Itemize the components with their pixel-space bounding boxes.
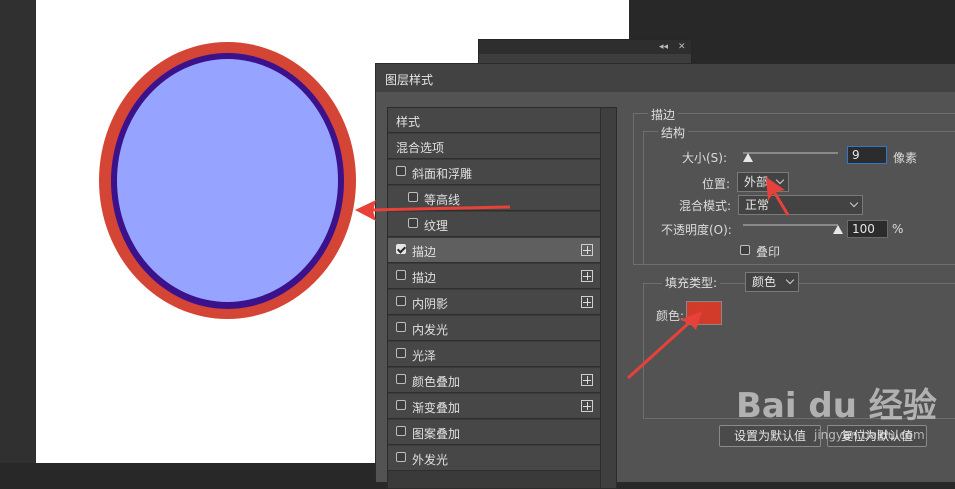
size-slider[interactable] — [743, 152, 838, 154]
style-checkbox[interactable] — [396, 322, 406, 332]
dialog-titlebar: 图层样式 — [376, 64, 955, 92]
style-list: 样式 混合选项 斜面和浮雕 等高线 纹理 描边 描边 内阴影 内发光 光泽 颜色叠加 渐变叠加 图案叠加… — [387, 107, 617, 489]
opacity-input[interactable]: 100 — [847, 220, 888, 238]
style-list-item[interactable]: 光泽 — [388, 342, 600, 367]
add-effect-icon[interactable] — [581, 270, 593, 282]
style-list-item-label: 混合选项 — [396, 141, 445, 155]
style-checkbox[interactable] — [396, 400, 406, 410]
style-list-item-label: 内发光 — [412, 323, 449, 337]
fill-type-label: 填充类型: — [662, 274, 721, 291]
chevron-down-icon — [775, 175, 785, 185]
fill-type-select-value: 颜色 — [752, 275, 777, 289]
circle-shape-inner-stroke — [111, 53, 344, 309]
style-list-item[interactable]: 颜色叠加 — [388, 368, 600, 393]
style-list-item[interactable]: 等高线 — [388, 186, 600, 211]
fill-type-select[interactable]: 颜色 — [745, 272, 799, 292]
style-list-item-label: 颜色叠加 — [412, 375, 461, 389]
color-label: 颜色: — [656, 309, 685, 323]
opacity-slider[interactable] — [743, 224, 838, 226]
style-checkbox[interactable] — [396, 296, 406, 306]
style-list-scrollbar[interactable] — [600, 108, 616, 488]
add-effect-icon[interactable] — [581, 374, 593, 386]
style-checkbox[interactable] — [396, 374, 406, 384]
style-checkbox[interactable] — [396, 452, 406, 462]
style-list-item-label: 外发光 — [412, 453, 449, 467]
blend-mode-label: 混合模式: — [679, 199, 732, 213]
collapse-icon[interactable]: ◂◂ — [659, 40, 668, 54]
close-icon[interactable]: ✕ — [678, 40, 686, 54]
chevron-down-icon — [849, 198, 859, 208]
circle-shape-outer-stroke — [99, 42, 356, 319]
style-list-item[interactable]: 描边 — [388, 264, 600, 289]
style-checkbox[interactable] — [396, 270, 406, 280]
opacity-label: 不透明度(O): — [661, 223, 732, 237]
style-list-item-label: 等高线 — [424, 193, 461, 207]
style-list-item[interactable]: 描边 — [388, 238, 600, 263]
style-list-item[interactable]: 样式 — [388, 108, 600, 133]
style-list-item[interactable]: 斜面和浮雕 — [388, 160, 600, 185]
circle-shape-fill — [117, 59, 338, 302]
left-dark-strip — [0, 0, 36, 463]
style-checkbox[interactable] — [396, 244, 406, 254]
style-list-item-label: 描边 — [412, 271, 437, 285]
style-list-item-label: 内阴影 — [412, 297, 449, 311]
chevron-down-icon — [785, 275, 795, 285]
position-select-value: 外部 — [744, 175, 769, 189]
style-list-item-label: 样式 — [396, 115, 421, 129]
style-list-item-label: 纹理 — [424, 219, 449, 233]
style-checkbox[interactable] — [396, 166, 406, 176]
style-checkbox[interactable] — [408, 218, 418, 228]
add-effect-icon[interactable] — [581, 296, 593, 308]
stroke-color-swatch[interactable] — [686, 301, 722, 325]
baidu-watermark: Bai du 经验 jingyan.baidu.com — [736, 384, 955, 448]
watermark-logo: Bai du 经验 — [736, 386, 937, 426]
style-list-item[interactable]: 渐变叠加 — [388, 394, 600, 419]
position-label: 位置: — [702, 177, 731, 191]
size-unit: 像素 — [893, 151, 918, 165]
add-effect-icon[interactable] — [581, 244, 593, 256]
size-input[interactable]: 9 — [847, 146, 887, 164]
style-list-item[interactable]: 内阴影 — [388, 290, 600, 315]
add-effect-icon[interactable] — [581, 400, 593, 412]
style-checkbox[interactable] — [408, 192, 418, 202]
structure-title: 结构 — [658, 124, 689, 141]
background-panel-titlebar: ◂◂ ✕ — [479, 40, 691, 54]
style-checkbox[interactable] — [396, 348, 406, 358]
style-list-item-label: 斜面和浮雕 — [412, 167, 473, 181]
style-list-item-label: 光泽 — [412, 349, 437, 363]
blend-mode-select[interactable]: 正常 — [738, 195, 863, 215]
style-checkbox[interactable] — [396, 426, 406, 436]
size-slider-knob[interactable] — [743, 153, 753, 162]
size-label: 大小(S): — [682, 151, 728, 165]
overprint-checkbox[interactable] — [740, 245, 750, 255]
style-list-item[interactable]: 混合选项 — [388, 134, 600, 159]
position-select[interactable]: 外部 — [737, 172, 789, 192]
style-list-item[interactable]: 外发光 — [388, 446, 600, 471]
opacity-slider-knob[interactable] — [833, 225, 843, 234]
style-list-item-label: 描边 — [412, 245, 437, 259]
style-list-item[interactable]: 内发光 — [388, 316, 600, 341]
stroke-section-title: 描边 — [648, 106, 679, 123]
style-list-item-label: 图案叠加 — [412, 427, 461, 441]
watermark-site: jingyan.baidu.com — [814, 428, 925, 442]
style-list-item-label: 渐变叠加 — [412, 401, 461, 415]
style-list-item[interactable]: 图案叠加 — [388, 420, 600, 445]
overprint-label: 叠印 — [756, 245, 781, 259]
opacity-unit: % — [892, 222, 904, 236]
dialog-title: 图层样式 — [385, 73, 434, 87]
style-list-item[interactable]: 纹理 — [388, 212, 600, 237]
blend-mode-select-value: 正常 — [745, 198, 770, 212]
